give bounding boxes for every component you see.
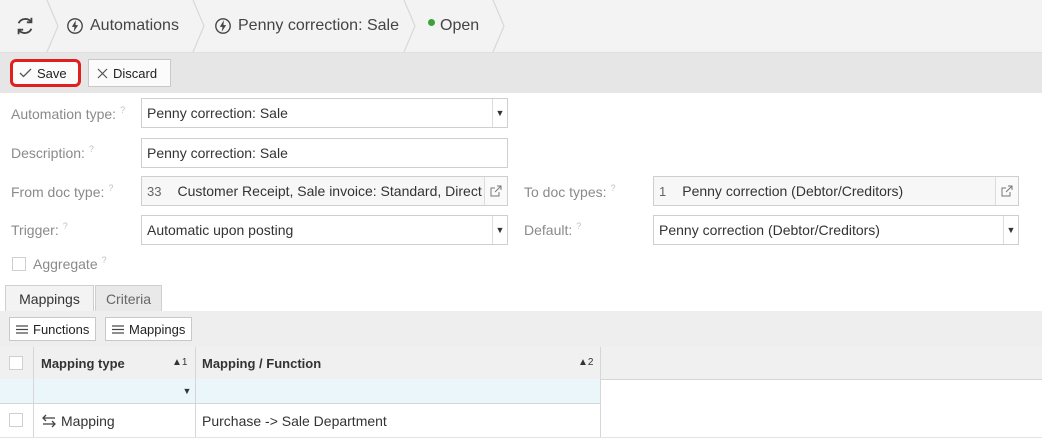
save-button[interactable]: Save: [10, 59, 81, 87]
filter-dropdown-arrow-icon[interactable]: ▼: [180, 379, 194, 403]
mapping-function-cell: Purchase -> Sale Department: [202, 412, 387, 429]
to-doc-types-label: To doc types:?: [524, 183, 616, 200]
menu-icon: [16, 324, 28, 334]
breadcrumb-bar: Automations Penny correction: Sale Open: [0, 0, 1042, 53]
default-value: Penny correction (Debtor/Creditors): [659, 222, 880, 238]
breadcrumb-current-label: Penny correction: Sale: [238, 17, 399, 34]
help-icon[interactable]: ?: [89, 144, 94, 154]
mappings-button-label: Mappings: [129, 321, 186, 337]
from-doc-type-label: From doc type:?: [11, 183, 114, 200]
breadcrumb-separator: [192, 0, 205, 52]
sort-indicator: ▲2: [578, 357, 594, 368]
breadcrumb-automations[interactable]: Automations: [66, 0, 179, 52]
to-doc-types-value: Penny correction (Debtor/Creditors): [682, 183, 904, 199]
to-doc-types-count: 1: [659, 183, 667, 199]
close-icon: [97, 68, 108, 78]
status-badge: Open: [428, 0, 479, 52]
breadcrumb-separator: [403, 0, 416, 52]
automation-bolt-icon: [215, 18, 231, 34]
aggregate-checkbox[interactable]: [12, 257, 26, 271]
swap-arrows-icon: [42, 414, 56, 427]
column-header-mapping-function[interactable]: Mapping / Function: [202, 347, 321, 379]
row-checkbox[interactable]: [9, 413, 23, 427]
breadcrumb-separator: [46, 0, 59, 52]
mappings-button[interactable]: Mappings: [105, 317, 193, 341]
save-button-label: Save: [37, 65, 67, 81]
help-icon[interactable]: ?: [611, 183, 616, 193]
functions-button-label: Functions: [33, 321, 90, 337]
open-external-icon[interactable]: [995, 177, 1018, 205]
from-doc-type-count: 33: [147, 183, 162, 199]
grid-toolbar: Functions Mappings: [0, 311, 1042, 347]
description-label: Description:?: [11, 144, 94, 161]
trigger-select[interactable]: Automatic upon posting ▼: [141, 215, 508, 245]
functions-button[interactable]: Functions: [9, 317, 97, 341]
tab-criteria[interactable]: Criteria: [95, 285, 162, 311]
discard-button[interactable]: Discard: [88, 59, 171, 87]
column-divider: [33, 347, 34, 437]
help-icon[interactable]: ?: [120, 105, 125, 115]
action-toolbar: Save Discard: [0, 53, 1042, 93]
column-divider: [600, 347, 601, 437]
checkmark-icon: [19, 68, 32, 78]
trigger-value: Automatic upon posting: [147, 222, 294, 238]
automation-type-label: Automation type:?: [11, 105, 126, 122]
column-header-mapping-type[interactable]: Mapping type: [41, 347, 125, 379]
sort-indicator: ▲1: [172, 357, 188, 368]
refresh-icon[interactable]: [14, 15, 36, 37]
select-all-checkbox[interactable]: [9, 356, 23, 370]
filter-row: ▼: [0, 379, 600, 404]
breadcrumb-separator: [492, 0, 505, 52]
dropdown-arrow-icon[interactable]: ▼: [1003, 216, 1018, 244]
open-external-icon[interactable]: [484, 177, 507, 205]
breadcrumb-current[interactable]: Penny correction: Sale: [214, 0, 399, 52]
tab-strip: Mappings Criteria: [0, 285, 1042, 312]
breadcrumb-automations-label: Automations: [90, 17, 179, 34]
default-label: Default:?: [524, 221, 582, 238]
status-label: Open: [440, 17, 480, 34]
automation-bolt-icon: [67, 18, 83, 34]
description-value: Penny correction: Sale: [147, 145, 288, 161]
help-icon[interactable]: ?: [63, 221, 68, 231]
mapping-type-cell: Mapping: [41, 404, 115, 437]
automation-type-value: Penny correction: Sale: [147, 105, 288, 121]
dropdown-arrow-icon[interactable]: ▼: [492, 99, 507, 127]
trigger-label: Trigger:?: [11, 221, 68, 238]
default-select[interactable]: Penny correction (Debtor/Creditors) ▼: [653, 215, 1019, 245]
mappings-grid: Mapping type ▲1 Mapping / Function ▲2 ▼ …: [0, 347, 1042, 447]
menu-icon: [112, 324, 124, 334]
discard-button-label: Discard: [113, 65, 158, 81]
status-dot-icon: [428, 18, 435, 26]
table-row[interactable]: Mapping Purchase -> Sale Department: [0, 404, 1042, 438]
automation-type-select[interactable]: Penny correction: Sale ▼: [141, 98, 508, 128]
from-doc-type-field[interactable]: 33 Customer Receipt, Sale invoice: Stand…: [141, 176, 508, 206]
dropdown-arrow-icon[interactable]: ▼: [492, 216, 507, 244]
help-icon[interactable]: ?: [108, 183, 113, 193]
column-divider: [195, 347, 196, 437]
help-icon[interactable]: ?: [576, 221, 581, 231]
to-doc-types-field[interactable]: 1 Penny correction (Debtor/Creditors): [653, 176, 1019, 206]
from-doc-type-value: Customer Receipt, Sale invoice: Standard…: [177, 183, 504, 199]
tab-mappings[interactable]: Mappings: [5, 285, 94, 312]
help-icon[interactable]: ?: [102, 255, 107, 265]
description-input[interactable]: Penny correction: Sale: [141, 138, 508, 168]
aggregate-label: Aggregate?: [33, 255, 107, 272]
grid-header: Mapping type ▲1 Mapping / Function ▲2: [0, 347, 1042, 380]
